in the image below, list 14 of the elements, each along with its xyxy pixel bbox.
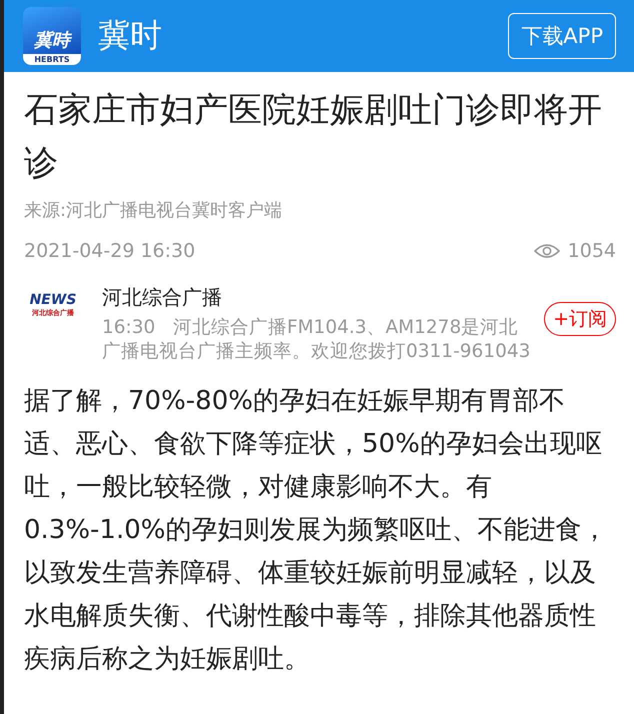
subscribe-button[interactable]: +订阅 bbox=[544, 302, 616, 336]
logo-caption: HEBRTS bbox=[23, 54, 81, 65]
publish-date: 2021-04-29 16:30 bbox=[24, 240, 196, 262]
logo-glyphs: 冀時 bbox=[34, 32, 70, 50]
app-name: 冀时 bbox=[98, 15, 163, 56]
logo-wordmark: NEWS bbox=[30, 292, 76, 308]
eye-icon bbox=[534, 243, 560, 259]
channel-description: 16:30 河北综合广播FM104.3、AM1278是河北广播电视台广播主频率。欢迎您拨打0311-961043 bbox=[102, 316, 532, 364]
channel-name: 河北综合广播 bbox=[102, 284, 223, 311]
article-title: 石家庄市妇产医院妊娠剧吐门诊即将开诊 bbox=[24, 89, 603, 185]
download-button[interactable]: 下载APP bbox=[508, 13, 616, 59]
article-source: 来源:河北广播电视台冀时客户端 bbox=[24, 199, 284, 222]
article-paragraph: 据了解，70%-80%的孕妇在妊娠早期有胃部不适、恶心、食欲下降等症状，50%的孕妇会出现呕吐，一般比较轻微，对健康影响不大。有0.3%-1.0%的孕妇则发展为频繁呕吐、不能进食，以致发生营养障碍、体重较妊娠前明显减轻，以及水电解质失衡、代谢性酸中毒等，排除其他器质性疾病后称之为妊娠剧吐。 bbox=[24, 385, 608, 676]
view-count: 1054 bbox=[568, 240, 616, 262]
